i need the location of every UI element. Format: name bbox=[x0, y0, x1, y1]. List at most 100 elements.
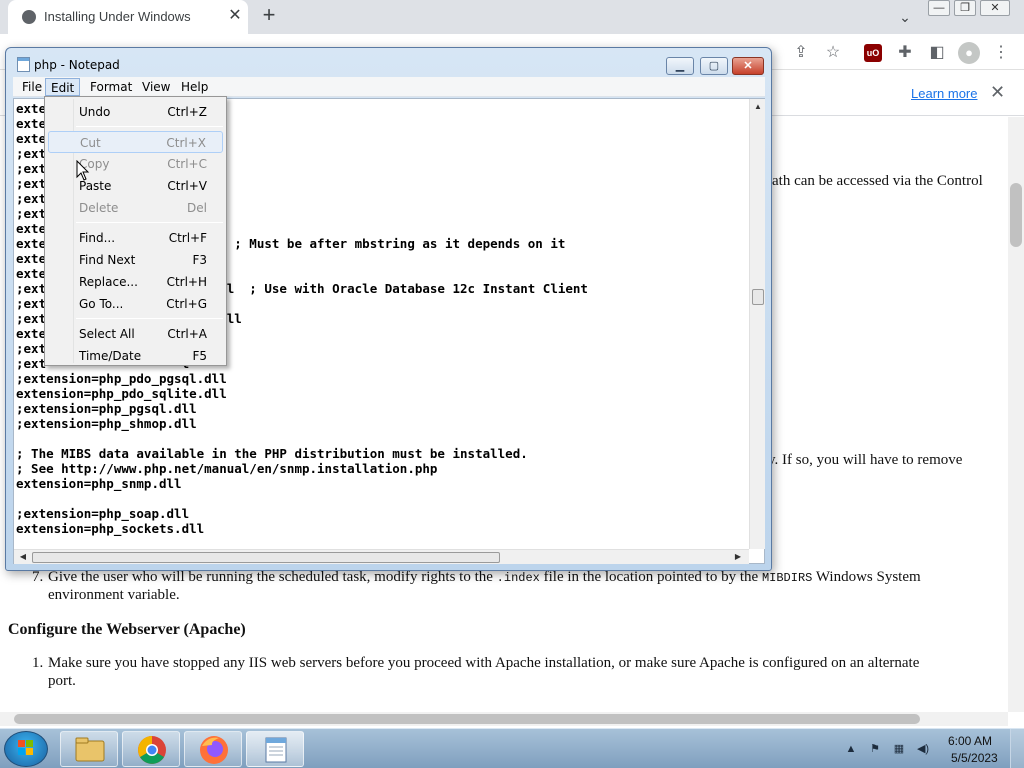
menu-item-time-date[interactable]: Time/Date F5 bbox=[48, 345, 223, 367]
start-button[interactable] bbox=[4, 731, 48, 767]
notepad-text-line: exte bbox=[16, 101, 47, 116]
menu-item-find-next[interactable]: Find Next F3 bbox=[48, 249, 223, 271]
menu-item-label: Undo bbox=[79, 105, 111, 119]
menu-item-label: Find... bbox=[79, 231, 116, 245]
close-window-button[interactable]: ✕ bbox=[980, 0, 1010, 16]
notepad-horizontal-scrollbar[interactable]: ◀ ▶ bbox=[14, 549, 749, 564]
menu-help[interactable]: Help bbox=[176, 78, 213, 96]
menu-item-paste[interactable]: Paste Ctrl+V bbox=[48, 175, 223, 197]
scroll-up-icon[interactable]: ▲ bbox=[752, 101, 764, 113]
notepad-text-line: ;ext bbox=[16, 296, 47, 311]
edit-menu-dropdown: Undo Ctrl+Z Cut Ctrl+X Copy Ctrl+C Paste Ctrl+V… bbox=[44, 96, 227, 366]
scrollbar-thumb[interactable] bbox=[752, 289, 764, 305]
new-tab-button[interactable]: + bbox=[258, 4, 280, 27]
notepad-text-line: exte bbox=[16, 116, 47, 131]
menu-item-shortcut: F5 bbox=[192, 349, 207, 363]
notepad-text-line: extension=php_pdo_sqlite.dll bbox=[16, 386, 227, 401]
notepad-text-line: ;extension=php_pdo_pgsql.dll bbox=[16, 371, 227, 386]
taskbar-explorer-button[interactable] bbox=[60, 731, 118, 767]
page-text: ath can be accessed via the Control bbox=[772, 173, 983, 189]
menu-item-shortcut: Ctrl+X bbox=[166, 136, 206, 150]
list-item-text: port. bbox=[48, 673, 76, 689]
menu-icon[interactable]: ⋮ bbox=[990, 42, 1012, 64]
menu-item-label: Cut bbox=[80, 136, 101, 150]
notepad-title: php - Notepad bbox=[34, 58, 120, 72]
notepad-text-line: ;extension=php_soap.dll bbox=[16, 506, 190, 521]
menu-file[interactable]: File bbox=[17, 78, 47, 96]
menu-item-label: Delete bbox=[79, 201, 119, 215]
notepad-text-line: ;extension=php_pgsql.dll bbox=[16, 401, 197, 416]
extensions-icon[interactable]: ✚ bbox=[894, 42, 916, 64]
menu-item-select-all[interactable]: Select All Ctrl+A bbox=[48, 323, 223, 345]
menu-item-shortcut: Ctrl+Z bbox=[167, 105, 207, 119]
taskbar-chrome-button[interactable] bbox=[122, 731, 180, 767]
menu-item-go-to[interactable]: Go To... Ctrl+G bbox=[48, 293, 223, 315]
list-item-text: Give the user who will be running the sc… bbox=[48, 569, 921, 585]
notepad-menubar: File Edit Format View Help bbox=[13, 77, 765, 97]
menu-item-shortcut: Ctrl+H bbox=[166, 275, 207, 289]
share-icon[interactable]: ⇪ bbox=[790, 42, 812, 64]
notepad-icon bbox=[17, 57, 30, 72]
menu-item-label: Time/Date bbox=[79, 349, 142, 363]
clock-time[interactable]: 6:00 AM bbox=[948, 734, 992, 748]
tab-search-icon[interactable]: ⌄ bbox=[896, 8, 914, 26]
menu-item-replace[interactable]: Replace... Ctrl+H bbox=[48, 271, 223, 293]
menu-item-find[interactable]: Find... Ctrl+F bbox=[48, 227, 223, 249]
scroll-left-icon[interactable]: ◀ bbox=[17, 551, 29, 563]
restore-button[interactable]: ❐ bbox=[954, 0, 976, 16]
ublock-icon[interactable]: uO bbox=[864, 44, 882, 62]
notepad-text-line: ;ext bbox=[16, 341, 47, 356]
taskbar: ▲ ⚑ ▦ ◀) 6:00 AM 5/5/2023 bbox=[0, 728, 1024, 768]
notepad-text-line: exte bbox=[16, 251, 47, 266]
menu-separator bbox=[76, 318, 223, 319]
scrollbar-thumb[interactable] bbox=[1010, 183, 1022, 247]
notepad-text-line: ;ext bbox=[16, 206, 47, 221]
clock-date[interactable]: 5/5/2023 bbox=[951, 751, 998, 765]
menu-format[interactable]: Format bbox=[85, 78, 137, 96]
menu-separator bbox=[76, 222, 223, 223]
infobar-close-icon[interactable]: ✕ bbox=[990, 82, 1005, 103]
notepad-minimize-button[interactable]: ▁ bbox=[666, 57, 694, 75]
browser-tab[interactable]: Installing Under Windows ✕ bbox=[8, 0, 248, 34]
notepad-icon bbox=[265, 737, 287, 763]
notepad-text-line: extension=php_sockets.dll bbox=[16, 521, 205, 536]
menu-item-shortcut: Ctrl+A bbox=[167, 327, 207, 341]
notepad-close-button[interactable]: ✕ bbox=[732, 57, 764, 75]
notepad-text-line: ; See http://www.php.net/manual/en/snmp.… bbox=[16, 461, 438, 476]
learn-more-link[interactable]: Learn more bbox=[911, 86, 977, 101]
volume-icon[interactable]: ◀) bbox=[916, 742, 930, 756]
menu-item-shortcut: Del bbox=[187, 201, 207, 215]
notepad-maximize-button[interactable]: ▢ bbox=[700, 57, 728, 75]
menu-item-shortcut: Ctrl+C bbox=[167, 157, 207, 171]
page-horizontal-scrollbar[interactable] bbox=[0, 712, 1008, 726]
scrollbar-thumb[interactable] bbox=[32, 552, 500, 563]
star-icon[interactable]: ☆ bbox=[822, 42, 844, 64]
tray-expand-icon[interactable]: ▲ bbox=[844, 742, 858, 756]
notepad-text-line: exte bbox=[16, 131, 47, 146]
taskbar-notepad-button[interactable] bbox=[246, 731, 304, 767]
taskbar-firefox-button[interactable] bbox=[184, 731, 242, 767]
menu-item-shortcut: Ctrl+G bbox=[166, 297, 207, 311]
network-icon[interactable]: ▦ bbox=[892, 742, 906, 756]
notepad-text-line: extension=php_snmp.dll bbox=[16, 476, 182, 491]
menu-item-undo[interactable]: Undo Ctrl+Z bbox=[48, 101, 223, 123]
flag-icon[interactable]: ⚑ bbox=[868, 742, 882, 756]
tab-close-icon[interactable]: ✕ bbox=[226, 7, 244, 25]
sidepanel-icon[interactable]: ◧ bbox=[926, 42, 948, 64]
menu-view[interactable]: View bbox=[137, 78, 175, 96]
minimize-button[interactable]: — bbox=[928, 0, 950, 16]
scrollbar-thumb[interactable] bbox=[14, 714, 920, 724]
scroll-right-icon[interactable]: ▶ bbox=[732, 551, 744, 563]
list-number: 1. bbox=[32, 655, 44, 671]
tab-title: Installing Under Windows bbox=[44, 9, 191, 24]
profile-icon[interactable]: ● bbox=[958, 42, 980, 64]
menu-item-label: Go To... bbox=[79, 297, 124, 311]
show-desktop-button[interactable] bbox=[1010, 729, 1024, 768]
menu-edit[interactable]: Edit bbox=[45, 78, 81, 96]
page-vertical-scrollbar[interactable] bbox=[1008, 117, 1024, 712]
mouse-cursor-icon bbox=[76, 160, 90, 181]
notepad-vertical-scrollbar[interactable]: ▲ bbox=[749, 99, 765, 549]
globe-icon bbox=[22, 10, 36, 24]
notepad-text-line: exte bbox=[16, 266, 47, 281]
browser-tab-strip: Installing Under Windows ✕ + ⌄ — ❐ ✕ bbox=[0, 0, 1024, 34]
